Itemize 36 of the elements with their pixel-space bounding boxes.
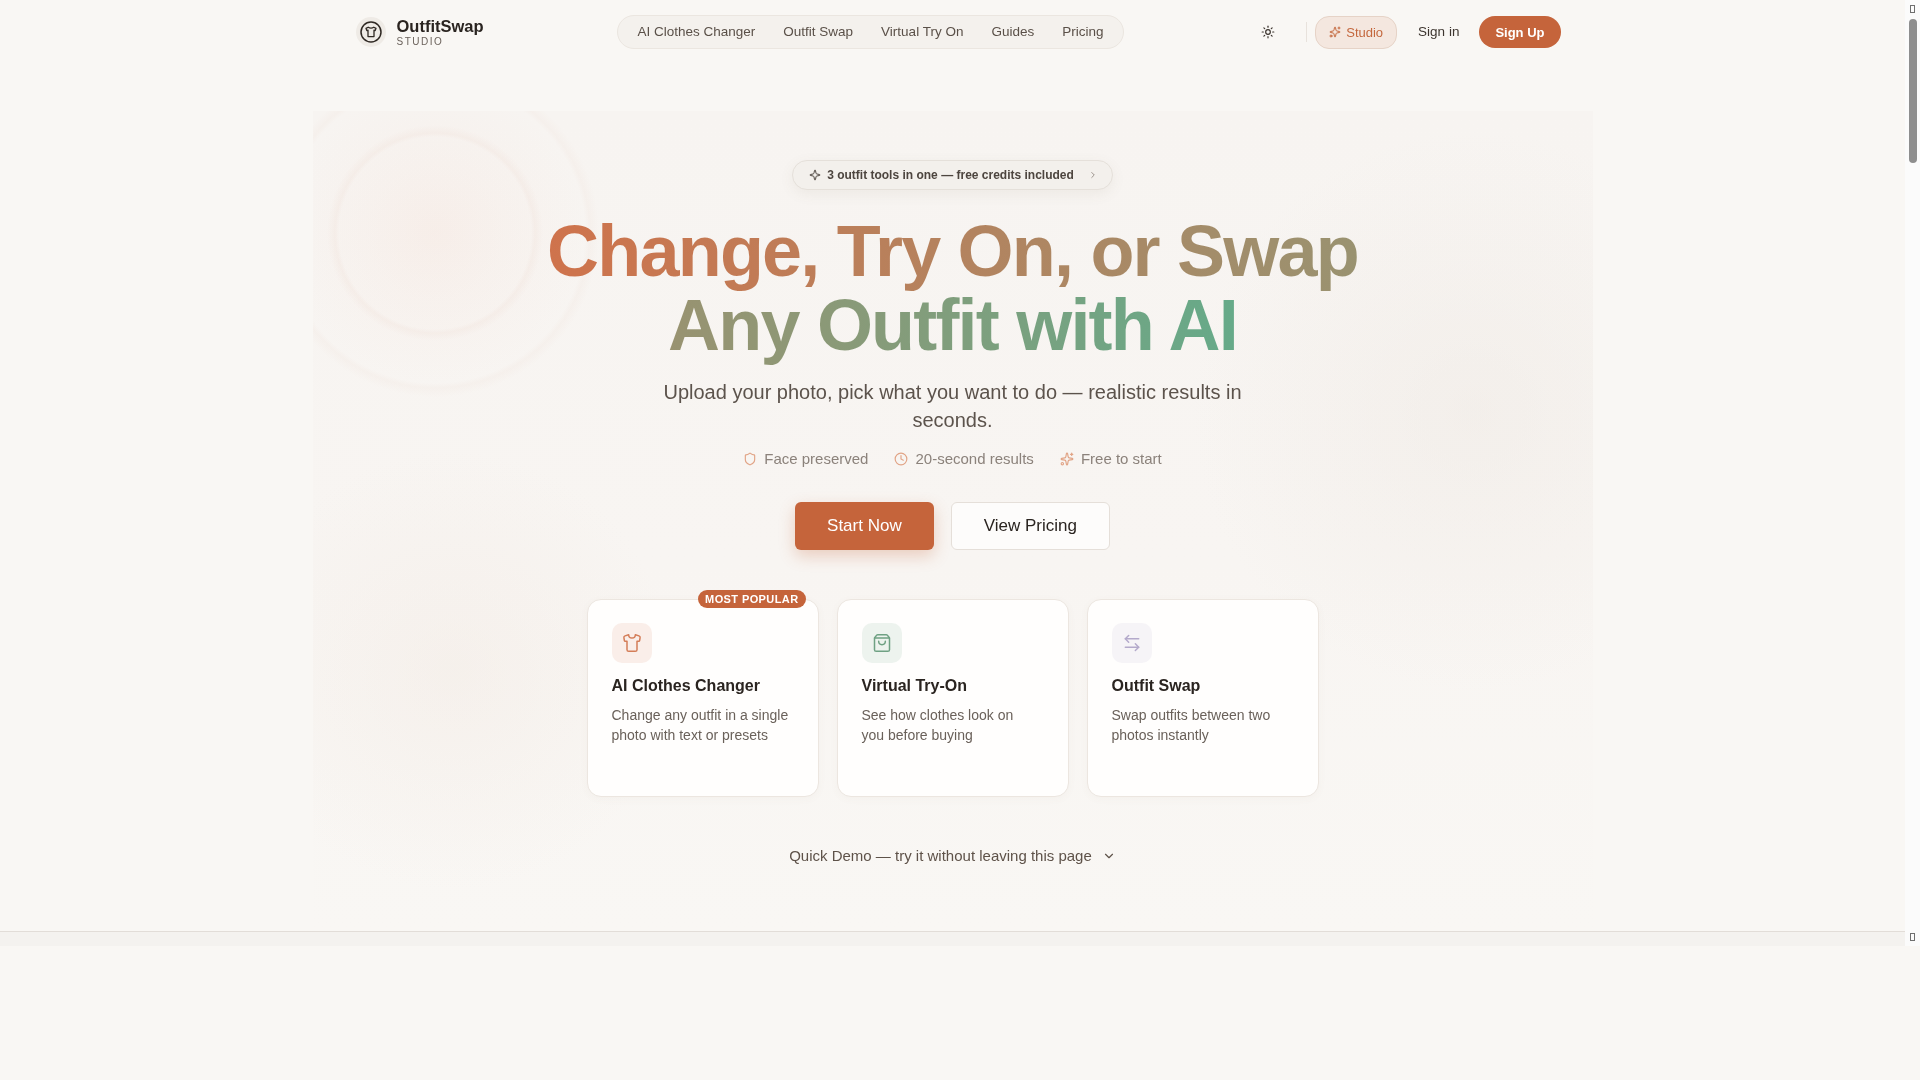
card-description: See how clothes look on you before buying	[861, 706, 1015, 745]
start-button[interactable]: Start Now	[795, 502, 934, 550]
tool-card[interactable]: Outfit Swap Swap outfits between two photos instantly	[1086, 599, 1319, 797]
sparkle-icon	[809, 169, 822, 181]
sparkles-icon	[1329, 26, 1342, 38]
highlight-text: 20-second results	[915, 449, 1034, 469]
shield-icon	[743, 452, 758, 466]
card-title: AI Clothes Changer	[611, 676, 760, 696]
brand-tagline: STUDIO	[396, 35, 445, 48]
card-description: Swap outfits between two photos instantly	[1111, 706, 1272, 745]
announcement-pill[interactable]: 3 outfit tools in one — free credits included	[792, 160, 1113, 190]
sun-icon[interactable]	[1261, 25, 1276, 39]
popular-badge: MOST POPULAR	[698, 590, 806, 608]
brand-name: OutfitSwap	[396, 16, 484, 36]
quick-demo-toggle[interactable]: Quick Demo — try it without leaving this page	[789, 846, 1116, 866]
scrollbar-button-icon[interactable]	[1910, 5, 1915, 13]
subtitle: Upload your photo, pick what you want to do — realistic results in seconds.	[662, 380, 1243, 433]
scrollbar-thumb[interactable]	[1908, 19, 1917, 163]
nav-link[interactable]: Virtual Try On	[881, 24, 964, 40]
clock-icon	[894, 452, 909, 466]
nav-link[interactable]: Outfit Swap	[783, 24, 854, 40]
shirt-logo-icon[interactable]	[355, 17, 386, 47]
sign-up-button[interactable]: Sign Up	[1479, 16, 1561, 48]
card-title: Virtual Try-On	[861, 676, 967, 696]
card-description: Change any outfit in a single photo with text or presets	[611, 706, 790, 745]
nav-link[interactable]: Guides	[991, 24, 1035, 40]
highlight-text: Face preserved	[764, 449, 869, 469]
scrollbar-button-icon[interactable]	[1910, 933, 1915, 941]
pricing-button[interactable]: View Pricing	[950, 502, 1110, 550]
nav-link[interactable]: Pricing	[1062, 24, 1104, 40]
sparkles-icon	[1059, 452, 1074, 466]
sign-in-link[interactable]: Sign in	[1418, 24, 1460, 40]
tool-card[interactable]: Virtual Try-On See how clothes look on you before buying	[836, 599, 1069, 797]
card-title: Outfit Swap	[1111, 676, 1201, 696]
highlight-text: Free to start	[1080, 449, 1162, 469]
nav-link[interactable]: AI Clothes Changer	[637, 24, 756, 40]
